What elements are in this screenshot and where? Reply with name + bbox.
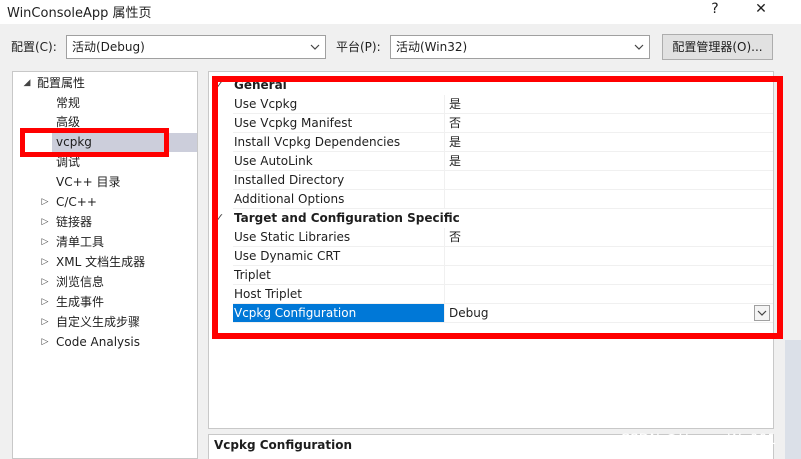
tree-item-vc-directories[interactable]: VC++ 目录 xyxy=(56,173,197,192)
config-combo[interactable]: 活动(Debug) xyxy=(66,35,326,59)
tree-item-label: XML 文档生成器 xyxy=(56,255,146,269)
help-button[interactable]: ? xyxy=(700,0,730,22)
platform-combo[interactable]: 活动(Win32) xyxy=(390,35,650,59)
platform-label: 平台(P): xyxy=(336,40,381,54)
collapsed-triangle-icon: ▷ xyxy=(41,217,49,227)
config-combo-value: 活动(Debug) xyxy=(72,40,145,54)
tree-item-label: 生成事件 xyxy=(56,295,105,309)
collapsed-triangle-icon: ▷ xyxy=(41,317,49,327)
config-manager-button[interactable]: 配置管理器(O)... xyxy=(662,34,773,60)
tree-item-label: 常规 xyxy=(56,96,81,110)
config-label: 配置(C): xyxy=(11,40,57,54)
tree-item-c-cpp[interactable]: ▷ C/C++ xyxy=(39,193,197,212)
chevron-down-icon xyxy=(310,44,320,50)
background-window-edge xyxy=(785,340,801,459)
tree-item-browse-information[interactable]: ▷ 浏览信息 xyxy=(39,273,197,292)
window-title: WinConsoleApp 属性页 xyxy=(7,6,152,21)
tree-item-label: 浏览信息 xyxy=(56,275,105,289)
expanded-triangle-icon: ◢ xyxy=(23,78,31,88)
tree-root-config-properties[interactable]: ◢ 配置属性 xyxy=(21,74,197,93)
tree-item-label: Code Analysis xyxy=(56,335,140,349)
red-highlight-box-tree xyxy=(20,128,169,157)
platform-combo-value: 活动(Win32) xyxy=(396,40,468,54)
tree-item-xml-doc-generator[interactable]: ▷ XML 文档生成器 xyxy=(39,253,197,272)
collapsed-triangle-icon: ▷ xyxy=(41,197,49,207)
title-bar: WinConsoleApp 属性页 ? ✕ xyxy=(0,0,801,24)
tree-item-general[interactable]: 常规 xyxy=(56,94,197,113)
description-title: Vcpkg Configuration xyxy=(214,438,353,452)
tree-item-label: C/C++ xyxy=(56,195,97,209)
tree-item-label: VC++ 目录 xyxy=(56,175,121,189)
tree-item-code-analysis[interactable]: ▷ Code Analysis xyxy=(39,333,197,352)
collapsed-triangle-icon: ▷ xyxy=(41,337,49,347)
collapsed-triangle-icon: ▷ xyxy=(41,257,49,267)
collapsed-triangle-icon: ▷ xyxy=(41,237,49,247)
tree-item-linker[interactable]: ▷ 链接器 xyxy=(39,213,197,232)
tree-item-label: 自定义生成步骤 xyxy=(56,315,141,329)
chevron-down-icon xyxy=(634,44,644,50)
tree-item-label: 高级 xyxy=(56,115,81,129)
tree-item-manifest-tool[interactable]: ▷ 清单工具 xyxy=(39,233,197,252)
collapsed-triangle-icon: ▷ xyxy=(41,277,49,287)
watermark: CSDN @Henry_Wu001 xyxy=(620,432,777,448)
tree-item-build-events[interactable]: ▷ 生成事件 xyxy=(39,293,197,312)
tree-item-label: 清单工具 xyxy=(56,235,105,249)
tree-item-label: 链接器 xyxy=(56,215,93,229)
close-button[interactable]: ✕ xyxy=(746,0,776,22)
tree-item-custom-build-step[interactable]: ▷ 自定义生成步骤 xyxy=(39,313,197,332)
tree-root-label: 配置属性 xyxy=(37,76,86,90)
collapsed-triangle-icon: ▷ xyxy=(41,297,49,307)
red-highlight-box-grid xyxy=(212,76,783,339)
tree-item-label: 调试 xyxy=(56,155,81,169)
